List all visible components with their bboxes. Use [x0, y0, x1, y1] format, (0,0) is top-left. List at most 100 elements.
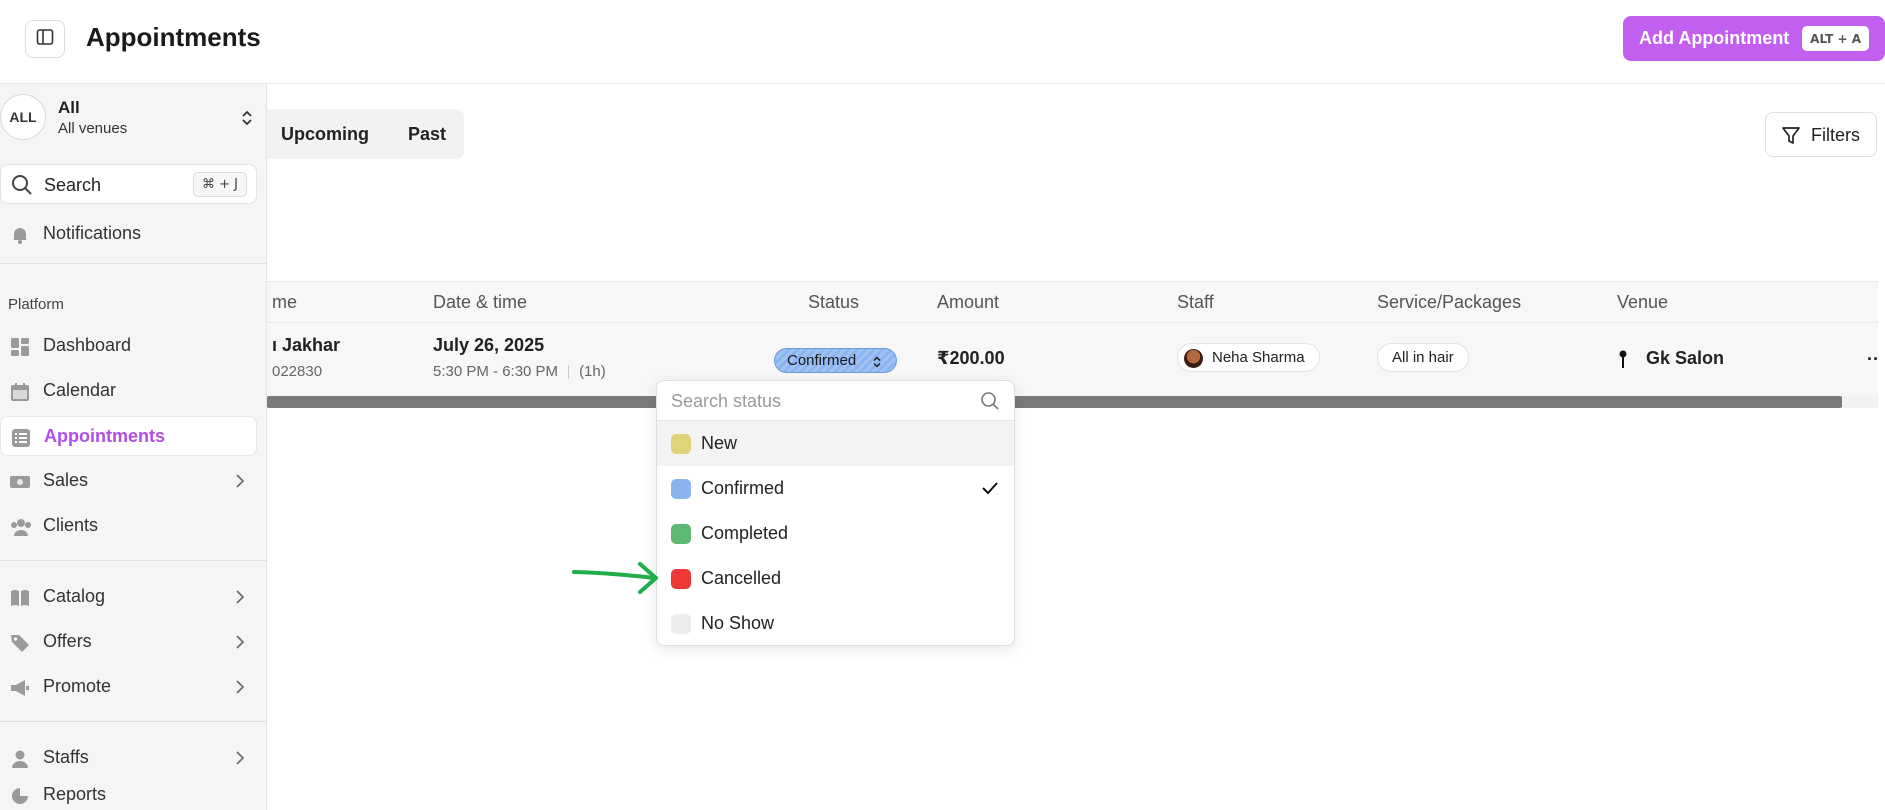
status-option-label: Confirmed — [701, 478, 785, 498]
chevron-right-icon — [235, 589, 245, 610]
client-name: ı Jakhar — [272, 335, 341, 355]
venue-avatar: ALL — [0, 94, 46, 140]
bell-icon — [10, 225, 30, 245]
filters-button[interactable]: Filters — [1765, 112, 1877, 157]
sidebar-item-label: Staffs — [43, 747, 89, 767]
sidebar-item-label: Notifications — [43, 223, 142, 243]
search-icon — [980, 391, 1000, 416]
column-header-name: me — [272, 292, 298, 312]
venue-subtitle: All venues — [58, 120, 128, 137]
status-search — [657, 381, 1014, 421]
status-option-label: No Show — [701, 613, 775, 633]
sidebar-item-sales[interactable]: Sales — [0, 461, 257, 501]
table-header: me Date & time Status Amount Staff Servi… — [267, 281, 1878, 323]
sidebar-toggle-icon — [36, 28, 54, 51]
status-select[interactable]: Confirmed — [774, 348, 897, 373]
chevron-up-down-icon — [873, 356, 881, 368]
tab-past[interactable]: Past — [408, 124, 446, 145]
staff-chip: Neha Sharma — [1177, 343, 1320, 372]
time-separator — [568, 365, 570, 380]
column-header-status: Status — [808, 292, 860, 312]
page-title: Appointments — [86, 22, 261, 52]
avatar — [1184, 349, 1203, 368]
sidebar-item-catalog[interactable]: Catalog — [0, 577, 257, 617]
status-color-dot — [671, 524, 691, 544]
calendar-icon — [10, 382, 30, 402]
staff-icon — [10, 749, 30, 769]
add-appointment-button[interactable]: Add Appointment ALT + A — [1623, 16, 1885, 61]
more-actions-icon[interactable]: ·· — [1867, 349, 1879, 370]
top-header: Appointments Add Appointment ALT + A — [0, 0, 1885, 84]
status-color-dot — [671, 614, 691, 634]
staff-name: Neha Sharma — [1212, 349, 1305, 366]
sidebar-divider — [0, 263, 267, 264]
sidebar-search[interactable]: Search ⌘ + J — [0, 164, 257, 204]
dashboard-icon — [10, 337, 30, 357]
money-icon — [10, 472, 30, 492]
chevron-right-icon — [235, 750, 245, 771]
add-appointment-label: Add Appointment — [1639, 28, 1790, 48]
add-appointment-shortcut: ALT + A — [1802, 26, 1869, 51]
sidebar-item-label: Sales — [43, 470, 89, 490]
status-option-cancelled[interactable]: Cancelled — [657, 556, 1014, 601]
filter-icon — [1781, 126, 1801, 151]
sidebar-item-notifications[interactable]: Notifications — [0, 214, 257, 254]
chevron-right-icon — [235, 679, 245, 700]
sidebar-item-clients[interactable]: Clients — [0, 506, 257, 546]
status-value: Confirmed — [787, 352, 857, 369]
venue-name-cell: Gk Salon — [1646, 348, 1725, 368]
sidebar-section-label: Platform — [8, 296, 64, 313]
service-chip: All in hair — [1377, 343, 1469, 372]
venue-switcher[interactable]: ALL All All venues — [0, 94, 267, 144]
list-icon — [11, 428, 31, 448]
tab-upcoming[interactable]: Upcoming — [281, 124, 369, 145]
sidebar-item-dashboard[interactable]: Dashboard — [0, 326, 257, 366]
chevron-up-down-icon — [240, 108, 254, 133]
client-phone: 022830 — [272, 363, 323, 380]
check-icon — [981, 480, 999, 501]
search-label: Search — [44, 175, 102, 195]
status-option-label: Completed — [701, 523, 789, 543]
sidebar-item-label: Reports — [43, 784, 107, 804]
sidebar-item-offers[interactable]: Offers — [0, 622, 257, 662]
status-option-completed[interactable]: Completed — [657, 511, 1014, 556]
status-search-input[interactable] — [671, 389, 971, 413]
sidebar: ALL All All venues Search ⌘ + J Notifica… — [0, 84, 267, 810]
status-color-dot — [671, 479, 691, 499]
column-header-amount: Amount — [937, 292, 1000, 312]
sidebar-item-promote[interactable]: Promote — [0, 667, 257, 707]
sidebar-item-appointments[interactable]: Appointments — [0, 416, 257, 456]
chart-icon — [10, 786, 30, 806]
sidebar-item-label: Clients — [43, 515, 99, 535]
table-row[interactable]: ı Jakhar 022830 July 26, 2025 5:30 PM - … — [267, 323, 1879, 396]
column-header-date: Date & time — [433, 292, 528, 312]
status-option-label: New — [701, 433, 738, 453]
sidebar-toggle-button[interactable] — [25, 20, 65, 58]
sidebar-item-label: Appointments — [44, 426, 165, 446]
chevron-right-icon — [235, 634, 245, 655]
search-shortcut: ⌘ + J — [193, 172, 247, 197]
sidebar-item-label: Calendar — [43, 380, 117, 400]
users-icon — [10, 517, 31, 537]
sidebar-item-label: Offers — [43, 631, 92, 651]
status-color-dot — [671, 434, 691, 454]
book-icon — [10, 588, 30, 608]
column-header-staff: Staff — [1177, 292, 1214, 312]
venue-name: All — [58, 98, 80, 117]
status-dropdown: New Confirmed Completed Cancelled No Sho… — [656, 380, 1015, 646]
sidebar-divider — [0, 721, 267, 722]
sidebar-item-calendar[interactable]: Calendar — [0, 371, 257, 411]
status-option-no-show[interactable]: No Show — [657, 601, 1014, 646]
time-range: 5:30 PM - 6:30 PM — [433, 363, 559, 380]
sidebar-item-reports[interactable]: Reports — [0, 775, 257, 810]
horizontal-scrollbar[interactable] — [267, 396, 1842, 408]
search-icon — [11, 174, 33, 201]
status-option-confirmed[interactable]: Confirmed — [657, 466, 1014, 511]
sidebar-item-staffs[interactable]: Staffs — [0, 738, 257, 778]
status-option-new[interactable]: New — [657, 421, 1014, 466]
sidebar-item-label: Promote — [43, 676, 112, 696]
appointment-tabs: Upcoming Past — [267, 109, 464, 159]
appointment-date: July 26, 2025 — [433, 335, 545, 355]
megaphone-icon — [10, 678, 30, 698]
sidebar-item-label: Catalog — [43, 586, 106, 606]
